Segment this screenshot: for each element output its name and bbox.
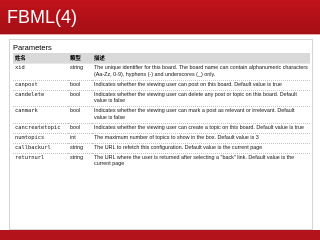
param-type: bool [68,122,92,134]
table-row: canmark bool Indicates whether the viewi… [13,106,310,124]
footer-stripe [0,230,320,240]
slide-header: FBML(4) [0,0,320,34]
param-name: numtopics [13,132,68,144]
table-row: cancreatetopic bool Indicates whether th… [13,122,310,134]
param-name: cancreatetopic [13,122,68,134]
param-name: candelete [13,89,68,107]
table-row: candelete bool Indicates whether the vie… [13,89,310,107]
column-header-description: 描述 [92,53,310,64]
param-name: canpost [13,79,68,91]
param-name: callbackurl [13,142,68,154]
table-row: canpost bool Indicates whether the viewi… [13,79,310,91]
param-description: Indicates whether the viewing user can p… [92,79,310,91]
param-description: The maximum number of topics to show in … [92,132,310,144]
param-name: canmark [13,106,68,124]
table-row: callbackurl string The URL to refetch th… [13,142,310,154]
table-header-row: 姓名 類型 描述 [13,53,310,64]
param-type: bool [68,89,92,107]
param-type: int [68,132,92,144]
param-type: string [68,152,92,170]
table-row: xid string The unique identifier for thi… [13,63,310,81]
slide-title: FBML(4) [7,7,78,27]
table-row: returnurl string The URL where the user … [13,152,310,170]
param-description: Indicates whether the viewing user can m… [92,106,310,124]
param-type: bool [68,79,92,91]
parameters-table: 姓名 類型 描述 xid string The unique identifie… [13,53,310,170]
column-header-type: 類型 [68,53,92,64]
param-description: The URL where the user is returned after… [92,152,310,170]
param-name: xid [13,63,68,81]
param-description: Indicates whether the viewing user can d… [92,89,310,107]
parameters-panel: Parameters 姓名 類型 描述 xid string The uniqu… [9,39,313,230]
param-type: bool [68,106,92,124]
header-divider [0,34,320,35]
param-type: string [68,63,92,81]
param-description: Indicates whether the viewing user can c… [92,122,310,134]
parameters-heading: Parameters [13,43,52,52]
param-description: The unique identifier for this board. Th… [92,63,310,81]
param-description: The URL to refetch this configuration. D… [92,142,310,154]
table-row: numtopics int The maximum number of topi… [13,132,310,144]
param-name: returnurl [13,152,68,170]
param-type: string [68,142,92,154]
column-header-name: 姓名 [13,53,68,64]
